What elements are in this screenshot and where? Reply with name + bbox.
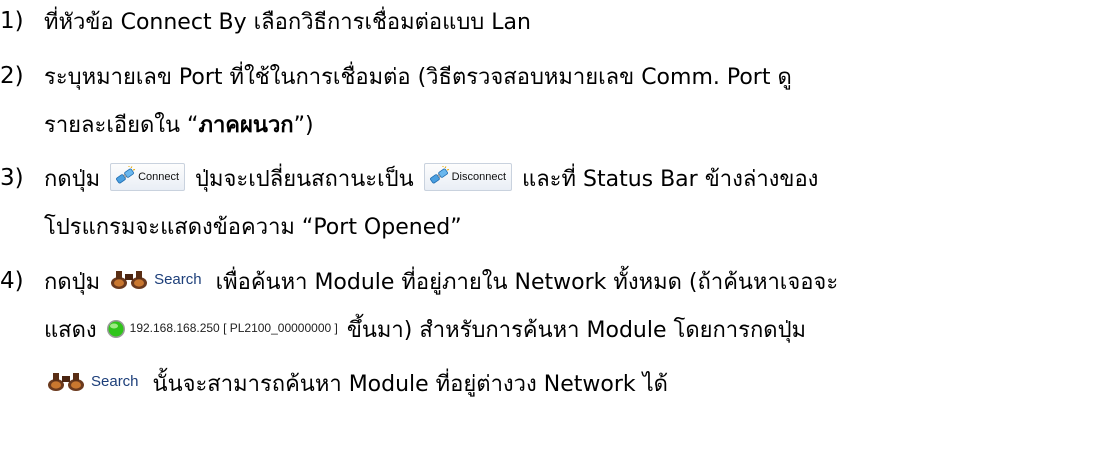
step-2-line-1: ระบุหมายเลข Port ที่ใช้ในการเชื่อมต่อ (ว… [44, 65, 792, 90]
step-number: 3) [0, 165, 24, 191]
binoculars-icon [111, 271, 148, 290]
search-button[interactable]: Search [47, 369, 143, 395]
document-page: 1) ที่หัวข้อ Connect By เลือกวิธีการเชื่… [0, 0, 1109, 471]
step-4-line-2: แสดง 192.168.168.250 [ PL2100_00000000 ]… [44, 316, 806, 346]
step-1-line-1: ที่หัวข้อ Connect By เลือกวิธีการเชื่อมต… [44, 10, 531, 35]
step-number: 1) [0, 8, 24, 34]
plug-connect-icon [429, 166, 449, 184]
step-number: 2) [0, 63, 24, 89]
connect-button[interactable]: Connect [110, 163, 186, 191]
step-3-line-1: กดปุ่ม Connect ปุ่มจะเปลี่ยนสถานะเป็น Di… [44, 163, 818, 195]
step-4-line-3: Search นั้นจะสามารถค้นหา Module ที่อยู่ต… [44, 370, 668, 400]
binoculars-icon [48, 373, 84, 392]
green-status-dot-icon [106, 319, 125, 338]
step-3-line-2: โปรแกรมจะแสดงข้อความ “Port Opened” [44, 215, 462, 240]
search-button[interactable]: Search [110, 267, 206, 293]
plug-connect-icon [116, 166, 136, 184]
step-number: 4) [0, 268, 24, 294]
step-2-line-2: รายละเอียดใน “ภาคผนวก”) [44, 113, 314, 138]
module-status-chip: 192.168.168.250 [ PL2100_00000000 ] [106, 313, 338, 343]
disconnect-button[interactable]: Disconnect [423, 163, 513, 191]
appendix-reference: ภาคผนวก [198, 113, 294, 138]
step-4-line-1: กดปุ่ม Search เพื่อค้นหา Module ที่อยู่ภ… [44, 268, 838, 298]
